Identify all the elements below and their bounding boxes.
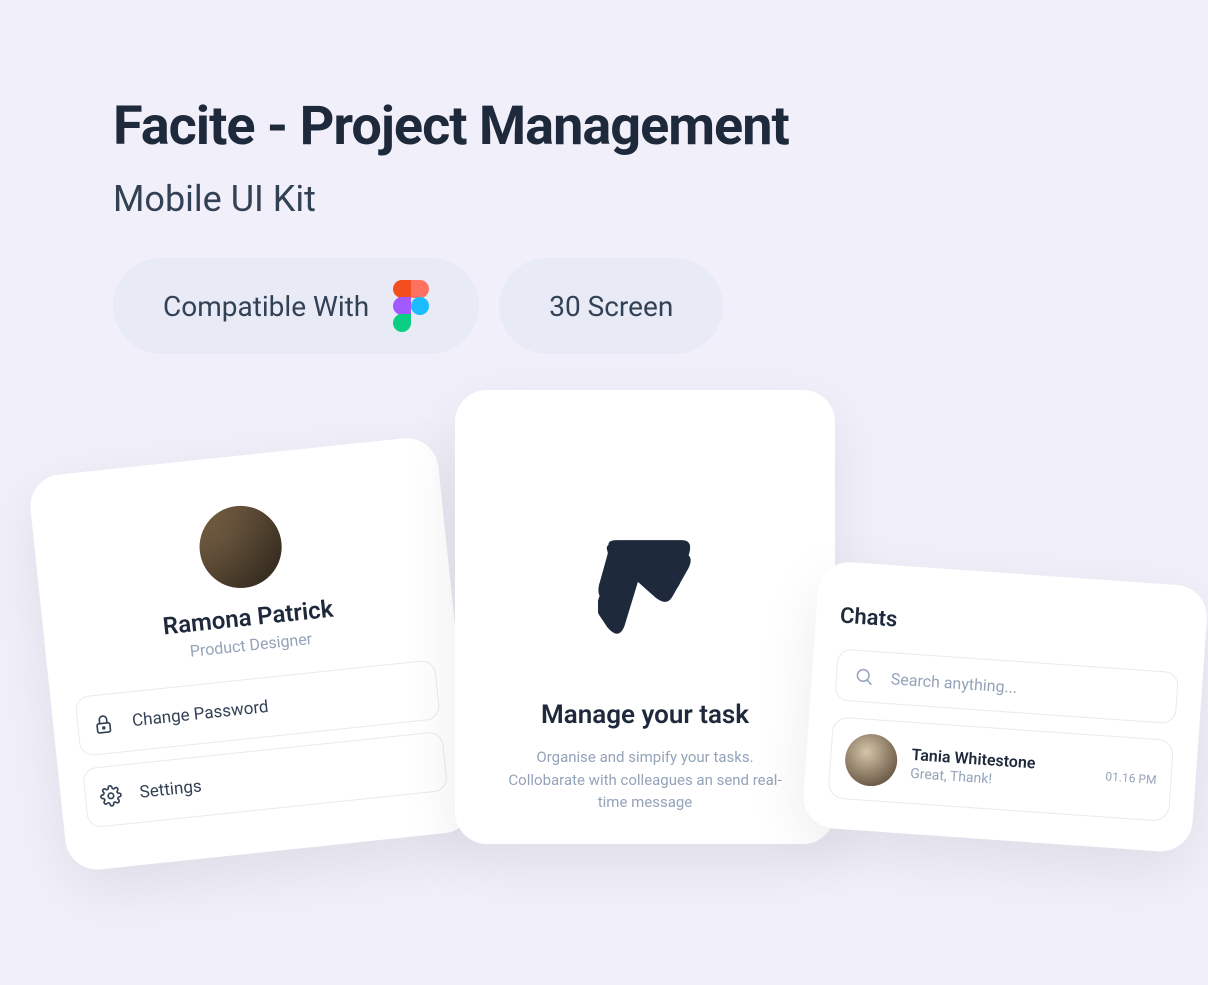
lock-icon [91,712,115,736]
search-placeholder: Search anything... [890,669,1018,697]
menu-label: Settings [139,776,203,802]
phone-profile: Ramona Patrick Product Designer Change P… [27,435,476,873]
chat-list-item[interactable]: Tania Whitestone Great, Thank! 01.16 PM [827,716,1174,822]
avatar [196,502,286,592]
phone-onboarding: Manage your task Organise and simpify yo… [455,390,835,844]
screens-pill: 30 Screen [499,258,723,354]
compatible-pill: Compatible With [113,258,479,354]
search-icon [852,665,875,688]
figma-icon [393,280,429,332]
compatible-label: Compatible With [163,290,369,323]
onboard-desc: Organise and simpify your tasks. Colloba… [479,746,811,814]
page-subtitle: Mobile UI Kit [113,178,1208,220]
chat-time: 01.16 PM [1105,769,1157,787]
gear-icon [99,784,123,808]
phone-chats: Chats Search anything... Tania Whiteston… [801,560,1208,854]
screens-label: 30 Screen [549,290,673,323]
avatar [843,732,899,788]
search-input[interactable]: Search anything... [834,648,1179,724]
onboard-title: Manage your task [479,700,811,730]
page-title: Facite - Project Management [113,95,1208,158]
chats-title: Chats [839,604,1182,653]
app-logo-icon [598,540,693,640]
menu-label: Change Password [131,697,269,731]
